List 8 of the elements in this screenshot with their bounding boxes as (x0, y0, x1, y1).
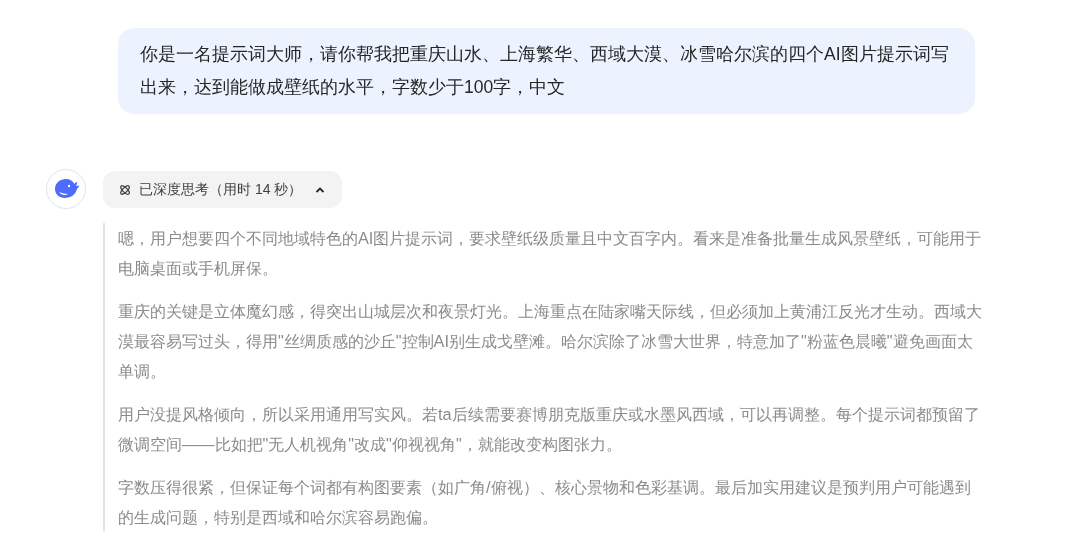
thought-paragraph: 重庆的关键是立体魔幻感，得突出山城层次和夜景灯光。上海重点在陆家嘴天际线，但必须加上黄浦江反光才生动。西域大漠最容易写过头，得用"丝绸质感的沙丘"控制AI别生成戈壁滩。哈尔滨除了冰雪大世界，特意加了"粉蓝色晨曦"避免画面太单调。 (118, 301, 983, 382)
user-message: 你是一名提示词大师，请你帮我把重庆山水、上海繁华、西域大漠、冰雪哈尔滨的四个AI图片提示词写出来，达到能做成壁纸的水平，字数少于100字，中文 (118, 28, 975, 114)
thought-paragraph: 嗯，用户想要四个不同地域特色的AI图片提示词，要求壁纸级质量且中文百字内。看来是准备批量生成风景壁纸，可能用于电脑桌面或手机屏保。 (118, 228, 983, 279)
thinking-toggle-button[interactable]: 已深度思考（用时 14 秒） (103, 171, 343, 208)
atom-icon (119, 183, 131, 196)
thought-paragraph: 字数压得很紧，但保证每个词都有构图要素（如广角/俯视）、核心景物和色彩基调。最后加实用建议是预判用户可能遇到的生成问题，特别是西域和哈尔滨容易跑偏。 (118, 477, 972, 528)
thought-paragraph: 用户没提风格倾向，所以采用通用写实风。若ta后续需要赛博朋克版重庆或水墨风西域，可以再调整。每个提示词都预留了微调空间——比如把"无人机视角"改成"仰视视角"，就能改变构图张力。 (118, 404, 981, 455)
whale-icon (53, 178, 79, 200)
